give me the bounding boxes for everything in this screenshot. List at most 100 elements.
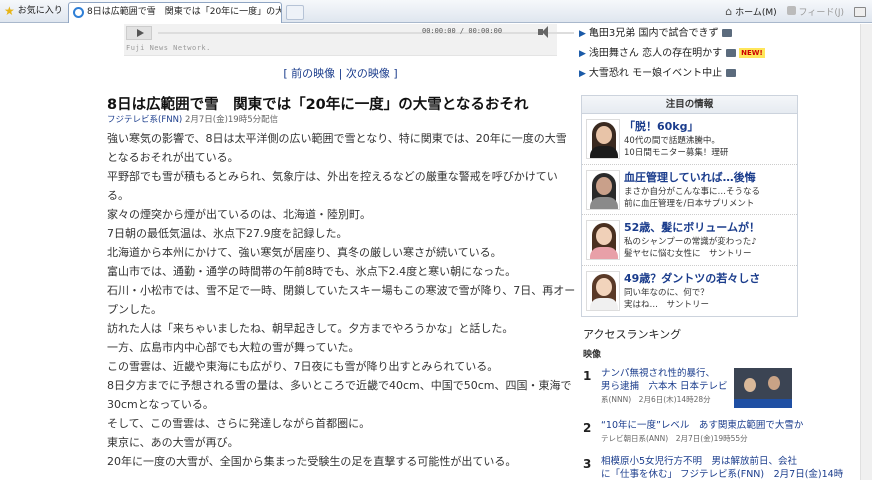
rank-meta: テレビ朝日系(ANN) 2月7日(金)19時55分 — [601, 434, 748, 443]
feeds-label: フィード(J) — [798, 8, 845, 18]
print-icon[interactable] — [854, 6, 866, 17]
article-paragraph: 富山市では、通勤・通学の時間帯の午前8時でも、氷点下2.4度と寒い朝になった。 — [107, 265, 517, 278]
attention-title: 注目の情報 — [582, 96, 797, 114]
attention-box: 注目の情報 「脱！60kg」 40代の間で話題沸騰中。 10日間モニター募集！理研血… — [581, 95, 798, 317]
clothing-shape — [590, 196, 618, 209]
promo-thumbnail — [586, 270, 620, 311]
article-source-link[interactable]: フジテレビ系(FNN) — [107, 115, 182, 125]
bullet-icon: ▶ — [579, 69, 586, 79]
promo-title: 52歳、髪にボリュームが！ — [624, 221, 760, 234]
volume-icon[interactable] — [538, 26, 550, 38]
face-shape — [596, 227, 612, 245]
article-paragraph: 東京に、あの大雪が再び。 — [107, 436, 239, 449]
bullet-icon: ▶ — [579, 49, 586, 59]
promo-text: 私のシャンプーの常識が変わった♪ 髪ヤセに悩む女性に サントリー — [624, 236, 757, 260]
promo-thumbnail — [586, 169, 620, 210]
video-camera-icon — [726, 69, 737, 77]
article-date: 2月7日(金)19時5分配信 — [184, 115, 279, 125]
topic-link[interactable]: ▶ 亀田3兄弟 国内で試合できず — [579, 24, 819, 44]
person-silhouette — [768, 376, 780, 390]
rank-title-line: に「仕事を休む」 フジテレビ系(FNN) 2月7日(金)14時 — [601, 469, 844, 480]
article-paragraph: る。 — [107, 189, 129, 202]
command-bar: ⌂ ホーム(M) フィード(J) — [725, 3, 866, 20]
topic-link-text: 亀田3兄弟 国内で試合できず — [588, 28, 719, 39]
clothing-shape — [590, 247, 618, 259]
article-paragraph: 30cmとなっている。 — [107, 398, 214, 411]
article-headline: 8日は広範囲で雪 関東では「20年に一度」の大雪となるおそれ — [107, 97, 529, 113]
rank-title-line: 男ら逮捕 六本木 日本テレビ — [601, 381, 728, 392]
page-scrollbar[interactable] — [860, 24, 872, 480]
article-paragraph: 平野部でも雪が積もるとみられ、気象庁は、外出を控えるなどの厳重な警戒を呼びかけて… — [107, 170, 558, 183]
new-tab-button[interactable] — [286, 5, 304, 20]
rank-title-line: ナンパ無視され性的暴行、 — [601, 368, 716, 379]
next-video-link[interactable]: 次の映像 ] — [346, 67, 398, 80]
video-camera-icon — [722, 29, 733, 37]
topic-link[interactable]: ▶ 浅田舞さん 恋人の存在明かす NEW! — [579, 44, 819, 64]
promo-thumbnail — [586, 220, 620, 260]
seek-bar[interactable] — [158, 32, 574, 34]
rank-title: ナンパ無視され性的暴行、男ら逮捕 六本木 日本テレビ 系(NNN) 2月6日(木)… — [601, 367, 728, 406]
promo-text: 40代の間で話題沸騰中。 10日間モニター募集！理研 — [624, 135, 728, 159]
topic-links: ▶ 亀田3兄弟 国内で試合できず ▶ 浅田舞さん 恋人の存在明かす NEW! ▶ 大雪恐れ … — [579, 24, 819, 84]
promo-line: 前に血圧管理を/日本サプリメント — [624, 198, 755, 209]
play-button[interactable] — [126, 26, 152, 40]
article-paragraph: 家々の煙突から煙が出ているのは、北海道・陸別町。 — [107, 208, 371, 221]
promo-line: 10日間モニター募集！理研 — [624, 148, 729, 158]
article-paragraph: 8日夕方までに予想される雪の量は、多いところで近畿で40cm、中国で50cm、四… — [107, 379, 572, 392]
feeds-button[interactable]: フィード(J) — [786, 5, 845, 18]
article-paragraph: 一方、広島市内中心部でも大粒の雪が舞っていた。 — [107, 341, 360, 354]
promo-item[interactable]: 49歳？ダントツの若々しさ 同い年なのに、何で？ 実はね… サントリー — [582, 266, 797, 317]
rank-number: 2 — [583, 421, 592, 435]
promo-item[interactable]: 血圧管理していれば…後悔 まさか自分がこんな事に…そうなる 前に血圧管理を/日本サプ… — [582, 165, 797, 215]
promo-item[interactable]: 52歳、髪にボリュームが！ 私のシャンプーの常識が変わった♪ 髪ヤセに悩む女性に サ… — [582, 215, 797, 266]
rank-meta: 系(NNN) 2月6日(木)14時28分 — [601, 395, 711, 404]
ranking-subtitle: 映像 — [583, 350, 602, 360]
home-icon: ⌂ — [725, 5, 733, 18]
ranking-thumbnail[interactable] — [734, 368, 792, 408]
promo-title: 49歳？ダントツの若々しさ — [624, 271, 761, 285]
home-button[interactable]: ⌂ ホーム(M) — [725, 5, 776, 18]
person-silhouette — [744, 378, 756, 392]
article-paragraph: 石川・小松市では、雪不足で一時、閉鎖していたスキー場もこの寒波で雪が降り、7日、… — [107, 284, 576, 297]
bullet-icon: ▶ — [579, 29, 586, 39]
rank-title: “10年に一度”レベル あす関東広範囲で大雪か テレビ朝日系(ANN) 2月7日(… — [601, 419, 803, 445]
article-paragraph: 20年に一度の大雪が、全国から集まった受験生の足を直撃する可能性が出ている。 — [107, 455, 517, 468]
home-label: ホーム(M) — [735, 8, 777, 18]
promo-item[interactable]: 「脱！60kg」 40代の間で話題沸騰中。 10日間モニター募集！理研 — [582, 114, 797, 165]
article-paragraph: 強い寒気の影響で、8日は太平洋側の広い範囲で雪となり、特に関東では、20年に一度… — [107, 132, 567, 145]
promo-line: 私のシャンプーの常識が変わった♪ — [624, 237, 757, 247]
topic-link[interactable]: ▶ 大雪恐れ モー娘イベント中止 — [579, 64, 819, 84]
rank-number: 3 — [583, 457, 592, 471]
caption-bar — [734, 399, 792, 408]
promo-title: 血圧管理していれば…後悔 — [624, 170, 756, 184]
rank-title-line: 相模原小5女児行方不明 男は解放前日、会社 — [601, 456, 798, 467]
promo-line: まさか自分がこんな事に…そうなる — [624, 186, 761, 197]
article-paragraph: 7日朝の最低気温は、氷点下27.9度を記録した。 — [107, 227, 348, 240]
article-paragraph: となるおそれが出ている。 — [107, 151, 239, 164]
browser-tab-active[interactable]: 8日は広範囲で雪 関東では「20年に一度」の大雪と... — [68, 2, 282, 23]
promo-line: 髪ヤセに悩む女性に サントリー — [624, 249, 752, 259]
ie-icon — [73, 7, 84, 18]
article-paragraph: この雪雲は、近畿や東海にも広がり、7日夜にも雪が降り出すとみられている。 — [107, 360, 499, 373]
prev-video-link[interactable]: [ 前の映像 | — [283, 67, 346, 80]
promo-line: 同い年なのに、何で？ — [624, 287, 709, 298]
article-paragraph: 北海道から本州にかけて、強い寒気が居座り、真冬の厳しい寒さが続いている。 — [107, 246, 502, 259]
star-icon: ★ — [4, 4, 15, 18]
tab-title: 8日は広範囲で雪 関東では「20年に一度」の大雪と... — [87, 7, 282, 17]
face-shape — [596, 126, 612, 144]
promo-text: まさか自分がこんな事に…そうなる 前に血圧管理を/日本サプリメント — [624, 186, 760, 210]
face-shape — [596, 277, 612, 296]
article-body: 強い寒気の影響で、8日は太平洋側の広い範囲で雪となり、特に関東では、20年に一度… — [107, 129, 576, 471]
promo-text: 同い年なのに、何で？ 実はね… サントリー — [624, 287, 709, 311]
topic-link-text: 浅田舞さん 恋人の存在明かす — [588, 48, 723, 59]
promo-line: 40代の間で話題沸騰中。 — [624, 136, 720, 146]
article-paragraph: 訪れた人は「来ちゃいましたね、朝早起きして。夕方までやろうかな」と話した。 — [107, 322, 514, 335]
promo-line: 実はね… サントリー — [624, 299, 710, 310]
favorites-button[interactable]: ★ お気に入り — [2, 3, 69, 20]
article-paragraph: プンした。 — [107, 303, 162, 316]
rss-icon — [786, 6, 796, 15]
player-credit: Fuji News Network. — [126, 44, 211, 52]
video-camera-icon — [726, 49, 737, 57]
clothing-shape — [590, 146, 618, 158]
rank-number: 1 — [583, 369, 592, 383]
